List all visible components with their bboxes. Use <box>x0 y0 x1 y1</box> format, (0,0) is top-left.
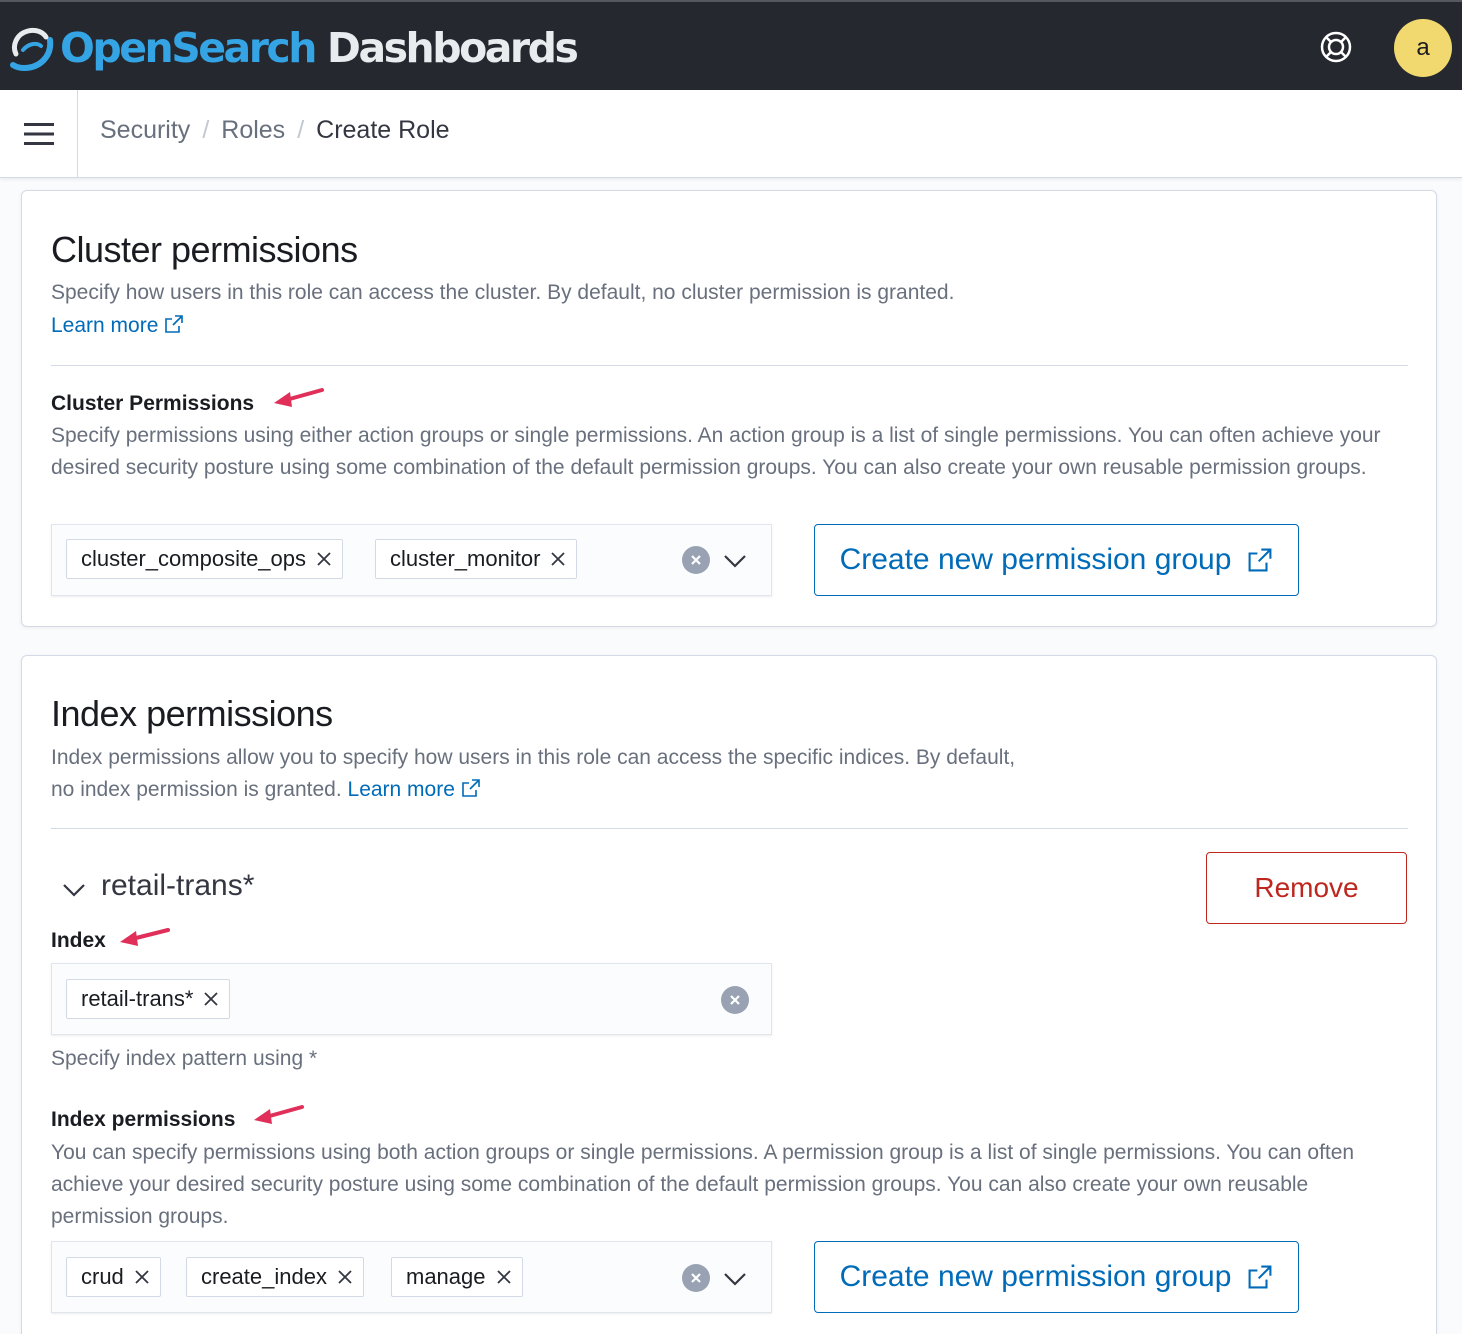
chip-label: cluster_monitor <box>390 546 541 571</box>
annotation-arrow-icon <box>254 1105 304 1124</box>
create-permission-group-label: Create new permission group <box>839 543 1232 576</box>
create-permission-group-label: Create new permission group <box>839 1260 1232 1293</box>
index-permissions-description: Index permissions allow you to specify h… <box>51 742 1041 806</box>
top-header: OpenSearch Dashboards a <box>0 0 1462 90</box>
help-lifebuoy-icon[interactable] <box>1318 29 1354 65</box>
permission-chip: manage <box>391 1257 523 1297</box>
index-permissions-combobox[interactable]: crud create_index manage <box>51 1241 772 1313</box>
clear-selection-icon[interactable] <box>682 1264 710 1292</box>
chip-label: manage <box>406 1264 486 1289</box>
logo-text-dashboards: Dashboards <box>326 24 579 72</box>
logo-text-opensearch: OpenSearch <box>60 24 317 72</box>
remove-chip-icon[interactable] <box>550 551 566 567</box>
index-label: Index <box>51 929 106 952</box>
divider <box>51 365 1408 366</box>
external-link-icon <box>1248 1265 1272 1289</box>
chevron-down-icon[interactable] <box>62 878 86 902</box>
permission-chip: cluster_composite_ops <box>66 539 344 579</box>
index-pattern-help: Specify index pattern using * <box>51 1047 318 1070</box>
permission-chip: create_index <box>186 1257 364 1297</box>
index-permissions-panel: Index permissions Index permissions allo… <box>21 655 1437 1334</box>
chevron-down-icon[interactable] <box>721 546 749 574</box>
cluster-permissions-title: Cluster permissions <box>51 229 358 270</box>
cluster-permissions-help: Specify permissions using either action … <box>51 424 1381 479</box>
annotation-arrow-icon <box>274 388 324 407</box>
index-permissions-title: Index permissions <box>51 693 333 734</box>
clear-selection-icon[interactable] <box>682 546 710 574</box>
remove-chip-icon[interactable] <box>496 1269 512 1285</box>
chip-label: cluster_composite_ops <box>81 546 307 571</box>
opensearch-logo[interactable]: OpenSearch Dashboards <box>10 22 579 74</box>
permission-chip: crud <box>66 1257 161 1297</box>
remove-button[interactable]: Remove <box>1206 852 1407 924</box>
clear-selection-icon[interactable] <box>721 986 749 1014</box>
external-link-icon <box>462 779 480 797</box>
breadcrumb-bar: Security / Roles / Create Role <box>0 90 1462 178</box>
cluster-permissions-combobox[interactable]: cluster_composite_ops cluster_monitor <box>51 524 772 596</box>
remove-chip-icon[interactable] <box>134 1269 150 1285</box>
breadcrumb-separator: / <box>297 116 305 144</box>
external-link-icon <box>1248 548 1272 572</box>
breadcrumb-security[interactable]: Security <box>100 116 190 145</box>
learn-more-text[interactable]: Learn more <box>51 314 158 337</box>
index-chip: retail-trans* <box>66 979 231 1019</box>
breadcrumb-roles[interactable]: Roles <box>221 116 285 145</box>
user-avatar[interactable]: a <box>1394 19 1452 77</box>
remove-chip-icon[interactable] <box>316 551 332 567</box>
opensearch-mark-icon <box>10 27 54 72</box>
permission-chip: cluster_monitor <box>375 539 578 579</box>
index-description-text: Index permissions allow you to specify h… <box>51 746 1016 801</box>
chip-label: crud <box>81 1264 124 1289</box>
hamburger-menu-button[interactable] <box>0 90 78 178</box>
create-permission-group-button[interactable]: Create new permission group <box>814 524 1299 596</box>
breadcrumb: Security / Roles / Create Role <box>100 116 450 145</box>
index-permissions-label: Index permissions <box>51 1108 236 1131</box>
cluster-permissions-description: Specify how users in this role can acces… <box>51 281 955 304</box>
breadcrumb-create-role: Create Role <box>316 116 450 144</box>
breadcrumb-separator: / <box>202 116 210 144</box>
chip-label: create_index <box>201 1264 327 1289</box>
remove-chip-icon[interactable] <box>203 991 219 1007</box>
index-pattern-combobox[interactable]: retail-trans* <box>51 963 772 1035</box>
index-entry-title[interactable]: retail-trans* <box>101 869 254 903</box>
remove-chip-icon[interactable] <box>337 1269 353 1285</box>
cluster-permissions-panel: Cluster permissions Specify how users in… <box>21 190 1437 627</box>
create-permission-group-button[interactable]: Create new permission group <box>814 1241 1299 1313</box>
index-permissions-help: You can specify permissions using both a… <box>51 1141 1355 1228</box>
index-learn-more-link[interactable]: Learn more <box>348 778 455 801</box>
hamburger-menu-icon <box>23 123 54 145</box>
cluster-permissions-label: Cluster Permissions <box>51 392 255 415</box>
chevron-down-icon[interactable] <box>721 1264 749 1292</box>
annotation-arrow-icon <box>120 928 170 946</box>
divider <box>51 828 1408 829</box>
external-link-icon <box>165 315 184 333</box>
cluster-learn-more-link[interactable]: Learn more <box>51 310 184 342</box>
chip-label: retail-trans* <box>81 986 194 1011</box>
